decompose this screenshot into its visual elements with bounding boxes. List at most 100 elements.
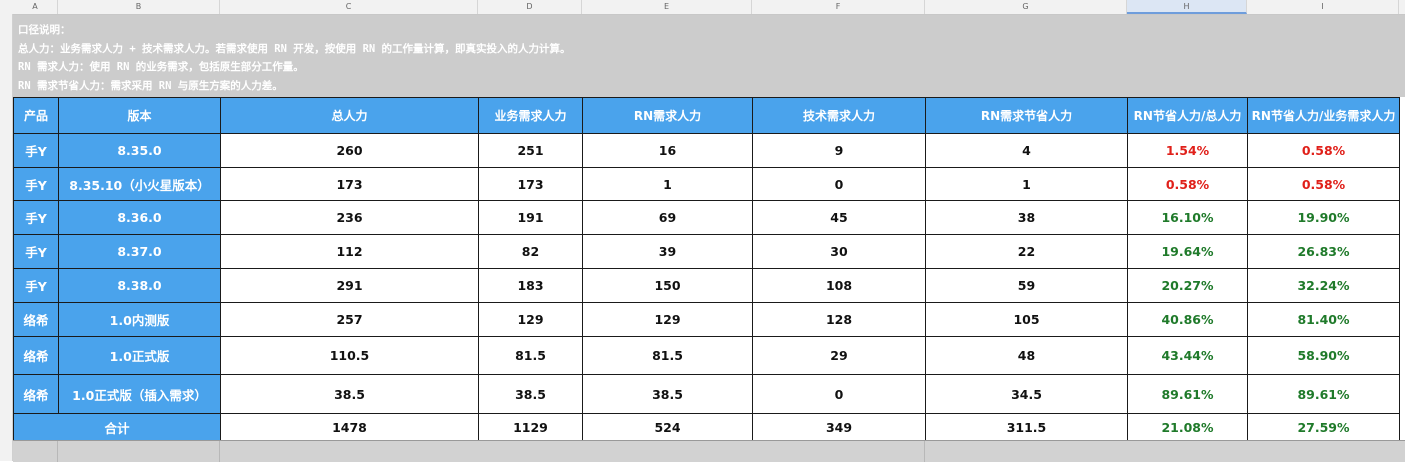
cell-total-label[interactable]: 合计 (13, 413, 221, 442)
header-ratio-biz[interactable]: RN节省人力/业务需求人力 (1247, 97, 1400, 134)
cell-saved[interactable]: 1 (925, 167, 1128, 201)
cell-biz[interactable]: 173 (478, 167, 583, 201)
cell-total[interactable]: 173 (220, 167, 479, 201)
cell-ratio-total[interactable]: 43.44% (1127, 336, 1248, 375)
column-header-f[interactable]: F (752, 0, 925, 14)
cell-tech[interactable]: 108 (752, 268, 926, 303)
column-header-e[interactable]: E (582, 0, 752, 14)
cell-ratio-total[interactable]: 40.86% (1127, 302, 1248, 337)
cell-version[interactable]: 8.35.0 (58, 133, 221, 168)
cell-product[interactable]: 手Y (13, 268, 59, 303)
cell-rn[interactable]: 39 (582, 234, 753, 269)
cell-rn[interactable]: 38.5 (582, 374, 753, 414)
cell-ratio-biz[interactable]: 0.58% (1247, 167, 1400, 201)
cell-version[interactable]: 8.35.10（小火星版本） (58, 167, 221, 201)
cell-saved[interactable]: 105 (925, 302, 1128, 337)
cell-version[interactable]: 8.38.0 (58, 268, 221, 303)
cell-total[interactable]: 260 (220, 133, 479, 168)
cell-ratio-total[interactable]: 0.58% (1127, 167, 1248, 201)
cell-version[interactable]: 1.0正式版（插入需求） (58, 374, 221, 414)
cell-biz[interactable]: 183 (478, 268, 583, 303)
cell-total[interactable]: 110.5 (220, 336, 479, 375)
cell-ratio-biz[interactable]: 19.90% (1247, 200, 1400, 235)
cell-tech[interactable]: 128 (752, 302, 926, 337)
cell-product[interactable]: 手Y (13, 133, 59, 168)
column-header-c[interactable]: C (220, 0, 478, 14)
cell-rn[interactable]: 150 (582, 268, 753, 303)
cell-total[interactable]: 236 (220, 200, 479, 235)
cell-ratio-total[interactable]: 1.54% (1127, 133, 1248, 168)
cell-ratio-biz[interactable]: 58.90% (1247, 336, 1400, 375)
cell-total[interactable]: 257 (220, 302, 479, 337)
cell-tech[interactable]: 349 (752, 413, 926, 442)
cell-ratio-total[interactable]: 16.10% (1127, 200, 1248, 235)
header-product[interactable]: 产品 (13, 97, 59, 134)
cell-biz[interactable]: 129 (478, 302, 583, 337)
cell-saved[interactable]: 59 (925, 268, 1128, 303)
cell-ratio-total[interactable]: 20.27% (1127, 268, 1248, 303)
cell-biz[interactable]: 191 (478, 200, 583, 235)
cell-tech[interactable]: 0 (752, 374, 926, 414)
column-header-d[interactable]: D (478, 0, 582, 14)
cell-tech[interactable]: 30 (752, 234, 926, 269)
cell-ratio-biz[interactable]: 27.59% (1247, 413, 1400, 442)
cell-saved[interactable]: 311.5 (925, 413, 1128, 442)
cell-ratio-biz[interactable]: 32.24% (1247, 268, 1400, 303)
cell-ratio-biz[interactable]: 26.83% (1247, 234, 1400, 269)
column-header-h[interactable]: H (1127, 0, 1247, 14)
cell-tech[interactable]: 29 (752, 336, 926, 375)
bottom-cell[interactable] (13, 441, 58, 462)
cell-ratio-biz[interactable]: 89.61% (1247, 374, 1400, 414)
cell-ratio-total[interactable]: 21.08% (1127, 413, 1248, 442)
header-saved[interactable]: RN需求节省人力 (925, 97, 1128, 134)
cell-total[interactable]: 291 (220, 268, 479, 303)
cell-product[interactable]: 络希 (13, 374, 59, 414)
notes-cell[interactable]: 口径说明： 总人力：业务需求人力 + 技术需求人力。若需求使用 RN 开发，按使… (13, 15, 1405, 97)
cell-biz[interactable]: 82 (478, 234, 583, 269)
column-header-i[interactable]: I (1247, 0, 1399, 14)
cell-product[interactable]: 手Y (13, 200, 59, 235)
cell-rn[interactable]: 524 (582, 413, 753, 442)
cell-ratio-biz[interactable]: 81.40% (1247, 302, 1400, 337)
cell-rn[interactable]: 1 (582, 167, 753, 201)
cell-ratio-biz[interactable]: 0.58% (1247, 133, 1400, 168)
cell-saved[interactable]: 48 (925, 336, 1128, 375)
cell-version[interactable]: 1.0内测版 (58, 302, 221, 337)
cell-rn[interactable]: 129 (582, 302, 753, 337)
cell-saved[interactable]: 22 (925, 234, 1128, 269)
cell-biz[interactable]: 251 (478, 133, 583, 168)
row-header-gutter[interactable] (0, 14, 13, 461)
cell-version[interactable]: 1.0正式版 (58, 336, 221, 375)
cell-ratio-total[interactable]: 89.61% (1127, 374, 1248, 414)
column-header-b[interactable]: B (58, 0, 220, 14)
cell-ratio-total[interactable]: 19.64% (1127, 234, 1248, 269)
cell-saved[interactable]: 34.5 (925, 374, 1128, 414)
bottom-grey-row[interactable] (13, 440, 1405, 462)
cell-total[interactable]: 38.5 (220, 374, 479, 414)
cell-product[interactable]: 络希 (13, 302, 59, 337)
bottom-cell[interactable] (220, 441, 925, 462)
cell-product[interactable]: 手Y (13, 167, 59, 201)
cell-version[interactable]: 8.37.0 (58, 234, 221, 269)
header-rn[interactable]: RN需求人力 (582, 97, 753, 134)
header-total[interactable]: 总人力 (220, 97, 479, 134)
cell-total[interactable]: 112 (220, 234, 479, 269)
header-tech[interactable]: 技术需求人力 (752, 97, 926, 134)
cell-biz[interactable]: 38.5 (478, 374, 583, 414)
bottom-cell[interactable] (58, 441, 220, 462)
header-biz[interactable]: 业务需求人力 (478, 97, 583, 134)
cell-tech[interactable]: 0 (752, 167, 926, 201)
cell-saved[interactable]: 38 (925, 200, 1128, 235)
cell-rn[interactable]: 81.5 (582, 336, 753, 375)
cell-biz[interactable]: 81.5 (478, 336, 583, 375)
cell-version[interactable]: 8.36.0 (58, 200, 221, 235)
cell-rn[interactable]: 69 (582, 200, 753, 235)
cell-total[interactable]: 1478 (220, 413, 479, 442)
column-header-a[interactable]: A (13, 0, 58, 14)
cell-tech[interactable]: 45 (752, 200, 926, 235)
cell-saved[interactable]: 4 (925, 133, 1128, 168)
cell-rn[interactable]: 16 (582, 133, 753, 168)
column-header-g[interactable]: G (925, 0, 1127, 14)
cell-product[interactable]: 络希 (13, 336, 59, 375)
cell-biz[interactable]: 1129 (478, 413, 583, 442)
